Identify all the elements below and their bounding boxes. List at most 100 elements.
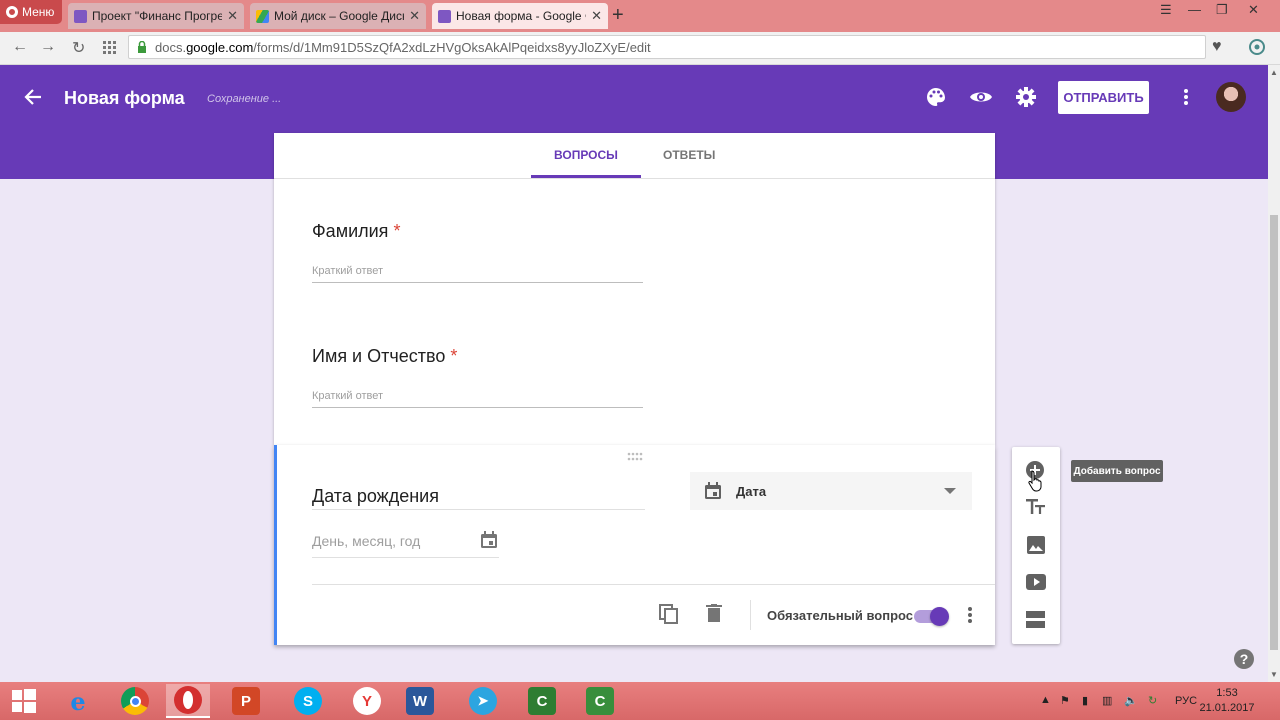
question-title-surname[interactable]: Фамилия * (312, 221, 400, 242)
browser-tab-new-form[interactable]: Новая форма - Google Ф ✕ (432, 3, 608, 29)
heart-icon[interactable]: ♥ (1212, 38, 1222, 56)
taskbar-camtasia-1[interactable]: C (520, 684, 564, 718)
camtasia-recorder-icon: C (586, 687, 614, 715)
windows-start-button[interactable] (2, 684, 46, 718)
taskbar-skype[interactable]: S (286, 684, 330, 718)
footer-separator (750, 600, 751, 630)
question-title-underline (312, 509, 645, 510)
tab-questions[interactable]: ВОПРОСЫ (554, 148, 618, 162)
system-clock[interactable]: 1:53 21.01.2017 (1198, 686, 1256, 716)
close-icon[interactable]: ✕ (591, 8, 602, 24)
palette-icon[interactable] (926, 87, 946, 107)
taskbar-ie[interactable]: e (56, 684, 100, 718)
speed-dial-icon[interactable] (103, 41, 116, 54)
flag-icon[interactable]: ⚑ (1060, 694, 1070, 707)
add-title-icon[interactable] (1026, 498, 1046, 516)
forward-icon[interactable]: → (40, 38, 56, 56)
opera-menu-button[interactable]: Меню (0, 0, 62, 24)
skype-icon: S (294, 687, 322, 715)
scroll-up-icon[interactable]: ▲ (1270, 68, 1278, 77)
opera-menu-label: Меню (22, 5, 55, 19)
url-path: /forms/d/1Mm91D5SzQfA2xdLzHVgOksAkAlPqei… (253, 39, 651, 55)
tab-menu-icon[interactable]: ☰ (1160, 2, 1172, 18)
saving-status: Сохранение ... (207, 93, 282, 105)
taskbar-word[interactable]: W (398, 684, 442, 718)
close-icon[interactable]: ✕ (227, 8, 238, 24)
battery-icon[interactable]: ▮ (1082, 694, 1088, 707)
required-asterisk: * (450, 346, 458, 366)
tab-responses[interactable]: ОТВЕТЫ (663, 148, 715, 162)
drive-icon (256, 9, 269, 23)
question-type-select[interactable]: Дата (690, 472, 972, 510)
scroll-down-icon[interactable]: ▼ (1270, 670, 1278, 679)
taskbar-chrome[interactable] (113, 684, 157, 718)
volume-icon[interactable]: 🔈 (1124, 694, 1138, 707)
window-close-icon[interactable]: ✕ (1248, 2, 1259, 18)
forms-icon (74, 9, 87, 23)
add-video-icon[interactable] (1026, 574, 1046, 590)
network-icon[interactable]: ▥ (1102, 694, 1112, 707)
taskbar-camtasia-2[interactable]: C (578, 684, 622, 718)
help-icon[interactable]: ? (1234, 649, 1254, 669)
sync-icon[interactable]: ↻ (1148, 694, 1157, 707)
page-scrollbar[interactable] (1268, 65, 1280, 682)
telegram-icon: ➤ (469, 687, 497, 715)
reload-icon[interactable]: ↻ (72, 38, 85, 58)
calendar-icon (704, 482, 722, 500)
required-toggle[interactable] (912, 606, 950, 626)
required-asterisk: * (393, 221, 401, 241)
card-footer-divider (312, 584, 995, 585)
question-title-name[interactable]: Имя и Отчество * (312, 346, 457, 367)
question-title-input[interactable]: Дата рождения (312, 486, 439, 507)
preview-eye-icon[interactable] (969, 89, 993, 105)
url-prefix: docs. (155, 39, 187, 55)
duplicate-icon[interactable] (659, 604, 679, 624)
back-icon[interactable]: ← (12, 38, 28, 56)
url-field[interactable]: docs.google.com/forms/d/1Mm91D5SzQfA2xdL… (128, 35, 1206, 59)
scrollbar-thumb[interactable] (1270, 215, 1278, 650)
user-avatar[interactable] (1216, 82, 1246, 112)
question-title-text: Фамилия (312, 221, 389, 241)
calendar-icon (480, 531, 498, 549)
drag-handle-icon[interactable] (627, 452, 643, 461)
settings-gear-icon[interactable] (1016, 87, 1036, 107)
send-button[interactable]: ОТПРАВИТЬ (1058, 81, 1149, 114)
add-image-icon[interactable] (1027, 536, 1045, 554)
opera-logo-icon (6, 6, 18, 18)
word-icon: W (406, 687, 434, 715)
date-answer-underline (312, 557, 499, 558)
dropdown-arrow-icon[interactable] (944, 488, 956, 494)
taskbar-telegram[interactable]: ➤ (461, 684, 505, 718)
form-title[interactable]: Новая форма (64, 88, 185, 109)
question-more-icon[interactable] (967, 606, 973, 624)
tabs-divider (274, 178, 995, 179)
toggle-knob (930, 607, 949, 626)
tab-title: Мой диск – Google Диск (274, 9, 405, 23)
new-tab-icon[interactable]: + (612, 4, 624, 27)
tab-title: Новая форма - Google Ф (456, 9, 587, 23)
taskbar-powerpoint[interactable]: P (224, 684, 268, 718)
back-arrow-icon[interactable] (24, 88, 42, 106)
taskbar-yandex[interactable]: Y (345, 684, 389, 718)
tray-expand-icon[interactable]: ▲ (1040, 694, 1051, 706)
windows-logo-icon (12, 689, 36, 713)
minimize-icon[interactable]: — (1188, 2, 1201, 17)
add-section-icon[interactable] (1026, 611, 1045, 629)
camtasia-icon: C (528, 687, 556, 715)
language-indicator[interactable]: РУС (1175, 695, 1197, 707)
browser-tab-project[interactable]: Проект "Финанс Прогрес ✕ (68, 3, 244, 29)
restore-icon[interactable]: ❐ (1216, 2, 1228, 18)
trash-icon[interactable] (706, 604, 722, 622)
clock-time: 1:53 (1216, 687, 1238, 699)
internet-explorer-icon: e (70, 686, 86, 716)
date-answer-placeholder: День, месяц, год (312, 533, 421, 549)
close-icon[interactable]: ✕ (409, 8, 420, 24)
short-answer-placeholder: Краткий ответ (312, 390, 384, 402)
powerpoint-icon: P (232, 687, 260, 715)
taskbar-opera[interactable] (166, 684, 210, 718)
opera-icon (174, 686, 202, 714)
chrome-icon (121, 687, 149, 715)
extension-icon[interactable] (1248, 37, 1266, 55)
more-vert-icon[interactable] (1183, 88, 1189, 106)
browser-tab-drive[interactable]: Мой диск – Google Диск ✕ (250, 3, 426, 29)
